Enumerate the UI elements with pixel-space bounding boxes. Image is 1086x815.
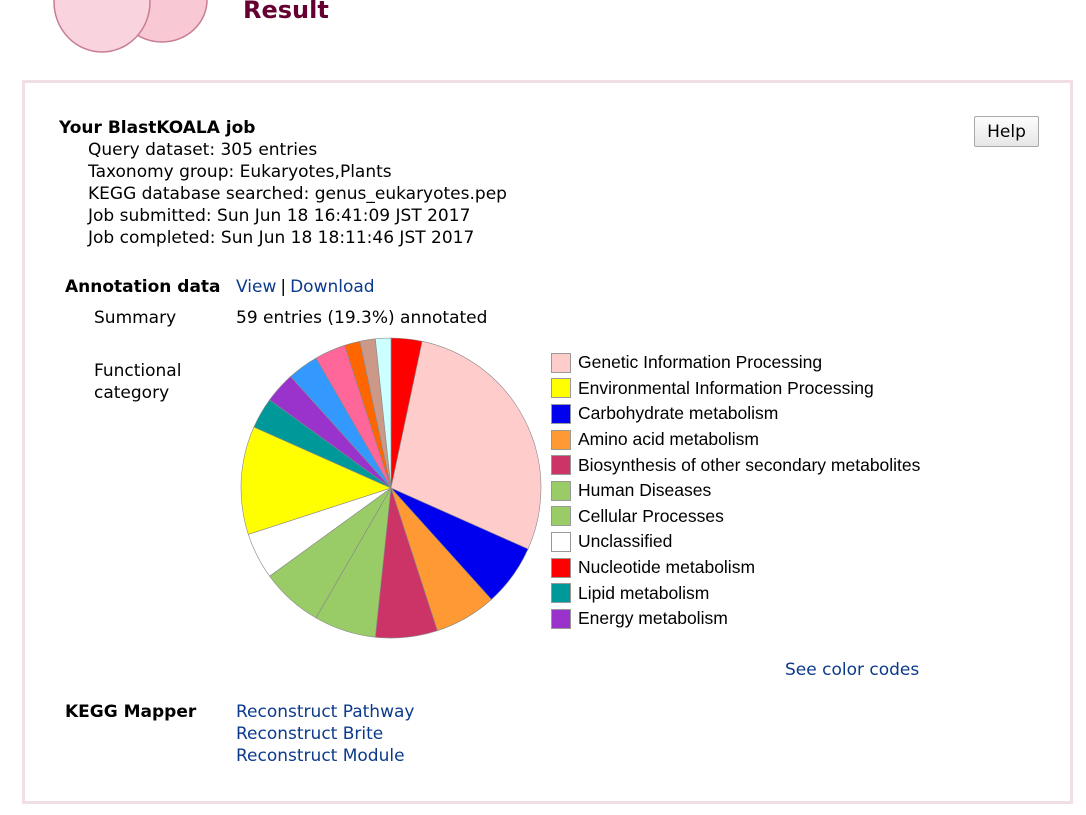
legend-label: Energy metabolism	[578, 608, 728, 629]
job-taxonomy-group: Taxonomy group: Eukaryotes,Plants	[88, 162, 392, 182]
legend-label: Amino acid metabolism	[578, 429, 759, 450]
see-color-codes-link[interactable]: See color codes	[785, 660, 919, 680]
annotation-links: View | Download	[236, 276, 375, 298]
job-submitted: Job submitted: Sun Jun 18 16:41:09 JST 2…	[88, 206, 471, 226]
legend-swatch	[551, 455, 571, 476]
legend-label: Human Diseases	[578, 480, 712, 501]
annotation-data-label: Annotation data	[65, 277, 221, 297]
legend-label: Lipid metabolism	[578, 582, 710, 603]
functional-label-line1: Functional	[94, 361, 182, 381]
legend-item: Genetic Information Processing	[551, 350, 931, 376]
legend-label: Nucleotide metabolism	[578, 557, 756, 578]
legend-item: Environmental Information Processing	[551, 376, 931, 402]
legend-swatch	[551, 480, 571, 501]
legend-item: Human Diseases	[551, 478, 931, 504]
legend-label: Environmental Information Processing	[578, 377, 874, 398]
legend-label: Unclassified	[578, 531, 673, 552]
legend-item: Unclassified	[551, 529, 931, 555]
legend-item: Carbohydrate metabolism	[551, 401, 931, 427]
functional-category-pie-chart	[240, 337, 542, 639]
job-completed: Job completed: Sun Jun 18 18:11:46 JST 2…	[88, 228, 475, 248]
link-separator: |	[280, 277, 287, 297]
legend-label: Cellular Processes	[578, 505, 724, 526]
legend-swatch	[551, 429, 571, 450]
kegg-logo	[53, 0, 208, 53]
legend-swatch	[551, 403, 571, 424]
download-link[interactable]: Download	[290, 277, 375, 297]
help-button[interactable]: Help	[974, 116, 1039, 147]
legend-swatch	[551, 352, 571, 373]
kegg-mapper-label: KEGG Mapper	[65, 702, 197, 722]
summary-value: 59 entries (19.3%) annotated	[236, 308, 488, 328]
legend-label: Genetic Information Processing	[578, 352, 823, 373]
legend-swatch	[551, 506, 571, 527]
legend-item: Energy metabolism	[551, 606, 931, 632]
job-query-dataset: Query dataset: 305 entries	[88, 140, 318, 160]
job-info: Your BlastKOALA job Query dataset: 305 e…	[59, 117, 507, 249]
legend-item: Nucleotide metabolism	[551, 555, 931, 581]
legend-item: Cellular Processes	[551, 504, 931, 530]
legend-label: Biosynthesis of other secondary metaboli…	[578, 454, 921, 475]
legend-label: Carbohydrate metabolism	[578, 403, 779, 424]
legend-swatch	[551, 557, 571, 578]
legend-item: Amino acid metabolism	[551, 427, 931, 453]
legend-swatch	[551, 583, 571, 604]
result-panel: Help Your BlastKOALA job Query dataset: …	[22, 80, 1073, 804]
job-database: KEGG database searched: genus_eukaryotes…	[88, 184, 507, 204]
functional-label-line2: category	[94, 383, 170, 403]
view-link[interactable]: View	[236, 277, 276, 297]
kegg-mapper-links: Reconstruct Pathway Reconstruct Brite Re…	[236, 701, 414, 767]
pie-legend: Genetic Information Processing Environmen…	[551, 350, 931, 632]
page-title: Result	[243, 0, 329, 24]
legend-item: Biosynthesis of other secondary metaboli…	[551, 452, 931, 478]
reconstruct-module-link[interactable]: Reconstruct Module	[236, 745, 414, 767]
see-color-codes: See color codes	[785, 660, 919, 680]
legend-item: Lipid metabolism	[551, 580, 931, 606]
summary-label: Summary	[94, 308, 177, 328]
job-title: Your BlastKOALA job	[59, 118, 256, 138]
legend-swatch	[551, 378, 571, 399]
reconstruct-brite-link[interactable]: Reconstruct Brite	[236, 723, 414, 745]
legend-swatch	[551, 608, 571, 629]
functional-category-label: Functional category	[94, 360, 181, 404]
legend-swatch	[551, 531, 571, 552]
reconstruct-pathway-link[interactable]: Reconstruct Pathway	[236, 701, 414, 723]
